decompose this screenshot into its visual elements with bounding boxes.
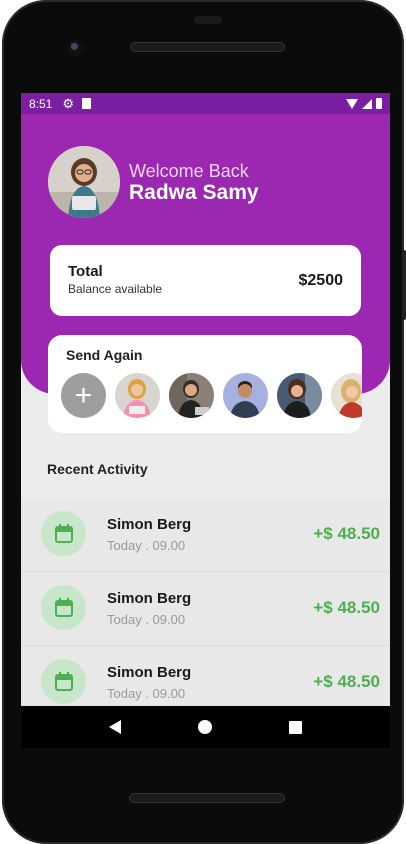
battery-icon [376,98,382,109]
app-screen: 8:51 ⚙ Welcome Back Radwa Samy Total Bal… [21,93,390,706]
front-camera [68,40,84,56]
back-icon[interactable] [109,720,122,734]
balance-card[interactable]: Total Balance available $2500 [50,245,361,316]
android-nav-bar [21,706,390,748]
calendar-icon [41,659,86,704]
contact-avatar[interactable] [331,373,362,418]
activity-time: Today . 09.00 [107,686,186,701]
activity-item[interactable]: Simon Berg Today . 09.00 +$ 48.50 [21,498,390,572]
bottom-speaker [129,793,285,803]
activity-time: Today . 09.00 [107,538,186,553]
recent-apps-icon[interactable] [288,720,302,734]
contact-avatar[interactable] [223,373,268,418]
contact-photo [277,373,322,418]
activity-name: Simon Berg [107,664,192,681]
contact-photo [115,373,160,418]
sd-card-icon [82,98,92,109]
wifi-icon [346,98,358,109]
activity-amount: +$ 48.50 [313,672,380,691]
status-bar: 8:51 ⚙ [21,93,390,114]
earpiece [194,16,222,24]
contact-photo [223,373,268,418]
calendar-icon [41,585,86,630]
activity-name: Simon Berg [107,516,192,533]
send-again-title: Send Again [66,347,143,363]
activity-amount: +$ 48.50 [313,598,380,617]
welcome-text: Welcome Back [129,161,249,181]
phone-side-button [402,250,406,320]
plus-icon: + [74,378,93,412]
balance-amount: $2500 [298,272,344,289]
user-name: Radwa Samy [129,181,259,204]
activity-time: Today . 09.00 [107,612,186,627]
activity-amount: +$ 48.50 [313,524,380,543]
contacts-row: + [61,373,362,418]
activity-list: Simon Berg Today . 09.00 +$ 48.50 Simon … [21,498,390,706]
contact-photo [331,373,362,418]
contact-avatar[interactable] [115,373,160,418]
send-again-card: Send Again + [48,335,362,433]
contact-avatar[interactable] [277,373,322,418]
top-speaker [130,42,285,52]
activity-item[interactable]: Simon Berg Today . 09.00 +$ 48.50 [21,572,390,646]
recent-activity-title: Recent Activity [47,461,148,477]
gear-icon: ⚙ [62,95,75,111]
contact-photo [169,373,214,418]
signal-icon [362,98,372,109]
calendar-icon [41,511,86,556]
add-contact-button[interactable]: + [61,373,106,418]
contact-avatar[interactable] [169,373,214,418]
user-avatar-image [48,146,120,218]
activity-item[interactable]: Simon Berg Today . 09.00 +$ 48.50 [21,646,390,706]
home-icon[interactable] [197,720,212,734]
user-avatar[interactable] [48,146,120,218]
status-icons [346,98,382,109]
status-time: 8:51 [29,96,53,111]
activity-name: Simon Berg [107,590,192,607]
